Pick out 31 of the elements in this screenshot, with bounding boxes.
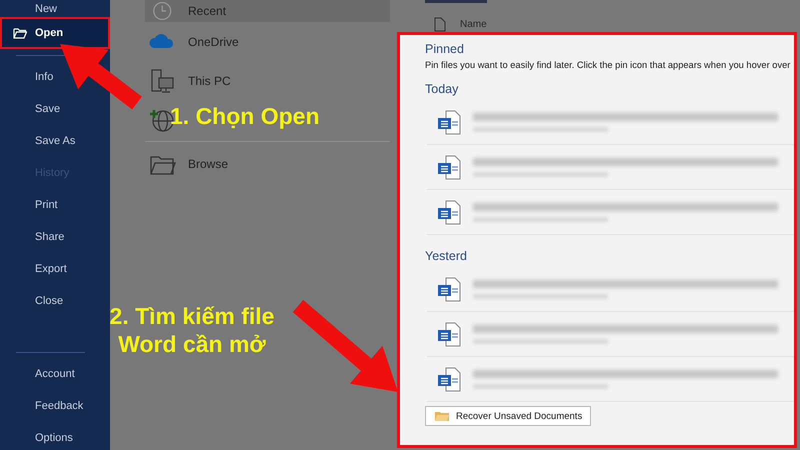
folder-icon	[434, 410, 450, 422]
menu-item[interactable]: Close	[0, 285, 64, 317]
menu-item[interactable]: Open	[0, 17, 110, 49]
section-title: Today	[425, 82, 458, 96]
menu-item[interactable]: Options	[0, 422, 73, 450]
document-icon	[437, 366, 461, 392]
recover-button[interactable]: Recover Unsaved Documents	[425, 406, 592, 426]
menu-item[interactable]: New	[0, 0, 58, 17]
location-item[interactable]: Browse	[145, 144, 390, 183]
menu-item[interactable]: Account	[0, 358, 75, 390]
location-item[interactable]: OneDrive	[145, 22, 390, 61]
document-icon	[437, 322, 461, 346]
menu-item[interactable]: Save	[0, 93, 60, 125]
annotation-text: 1. Chọn Open	[170, 102, 320, 130]
section-title: Pinned	[425, 42, 464, 56]
menu-item[interactable]: Export	[0, 253, 67, 285]
hint-text: Pin files you want to easily find later. Click the pin icon that appears when you hover over	[425, 60, 790, 70]
menu-item[interactable]: Print	[0, 189, 58, 221]
document-icon	[437, 200, 461, 224]
folder-icon	[13, 28, 27, 38]
annotation-text: 2. Tìm kiếm file Word cần mở	[108, 302, 276, 358]
menu-item[interactable]: Feedback	[0, 390, 84, 422]
menu-item[interactable]: Info	[0, 61, 54, 93]
location-item[interactable]: This PC	[145, 61, 390, 100]
document-icon	[437, 276, 461, 302]
menu-item[interactable]: Save As	[0, 125, 76, 157]
section-title: Yesterd	[425, 249, 467, 263]
menu-item[interactable]: Share	[0, 221, 64, 253]
file-icon	[434, 17, 446, 32]
document-icon	[437, 110, 461, 134]
document-icon	[437, 154, 461, 180]
